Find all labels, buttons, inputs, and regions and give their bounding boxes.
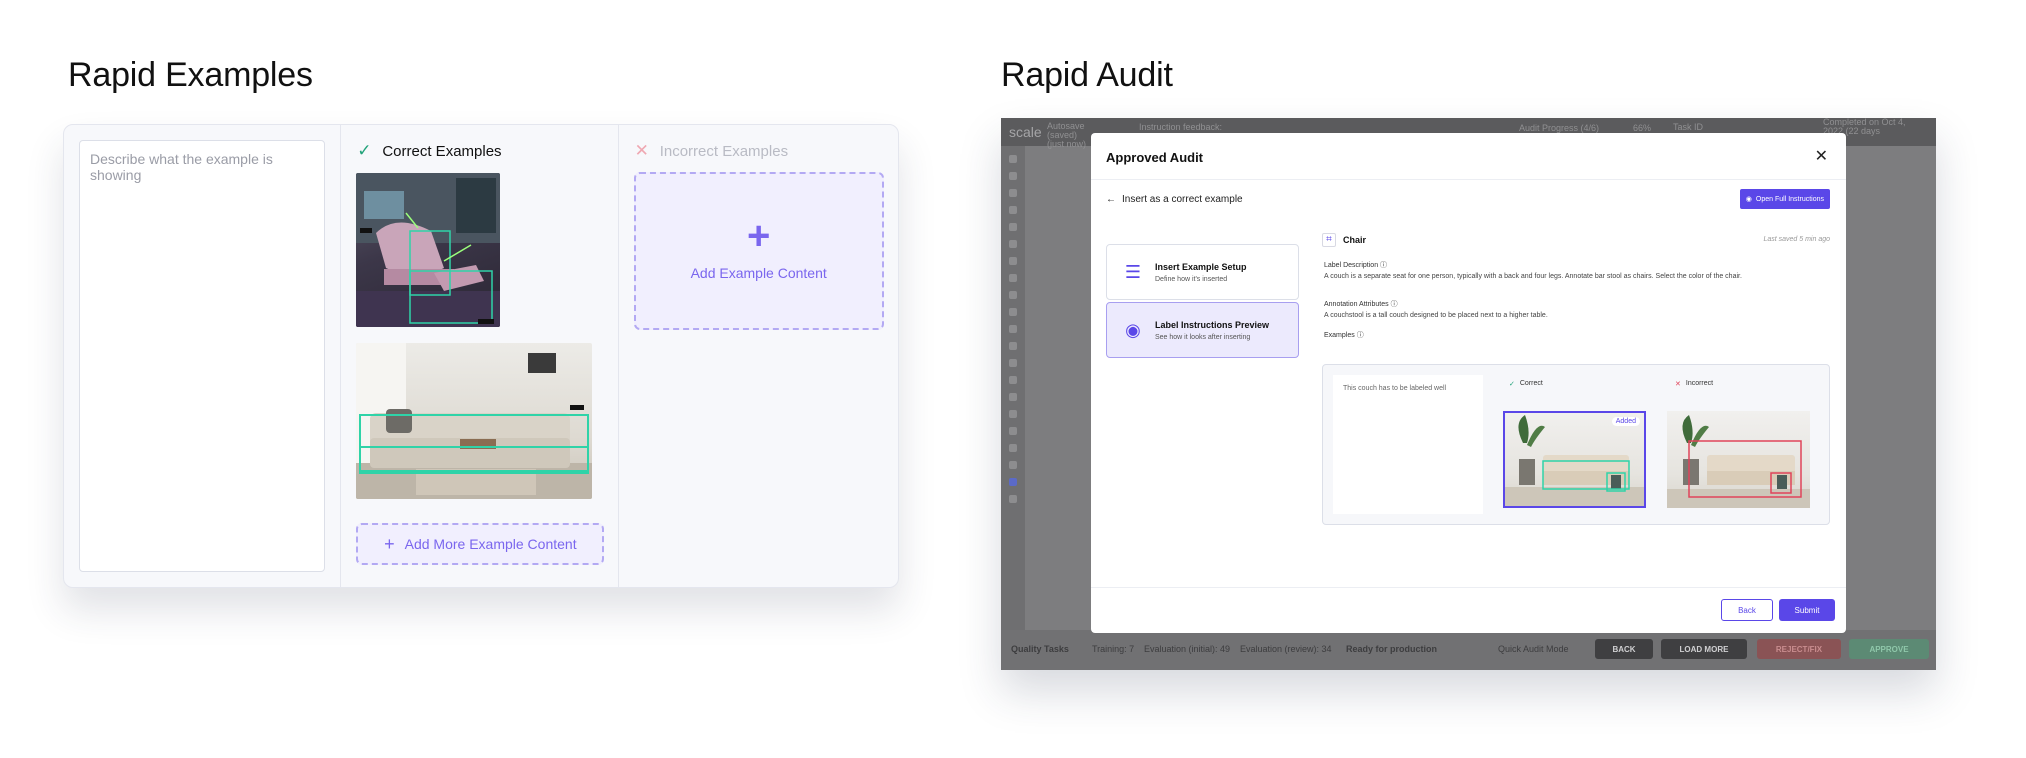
check-icon: ✓ — [1509, 381, 1515, 388]
close-icon: ✕ — [634, 141, 649, 160]
correct-header: ✓ Correct — [1509, 380, 1543, 388]
close-icon: ✕ — [1675, 381, 1681, 388]
scale-logo: scale — [1009, 124, 1042, 140]
description-textarea[interactable]: Describe what the example is showing — [79, 140, 326, 572]
examples-title: Examples ⓘ — [1324, 332, 1364, 339]
background-sidebar — [1001, 146, 1025, 646]
autosave-status: Autosave (saved) (just now) — [1047, 121, 1087, 149]
submit-button[interactable]: Submit — [1779, 599, 1835, 621]
correct-examples-label: Correct Examples — [382, 142, 502, 160]
eye-icon: ◉ — [1125, 319, 1141, 340]
open-full-instructions-label: Open Full Instructions — [1755, 195, 1824, 203]
info-icon: ⓘ — [1380, 262, 1388, 269]
label-description-text: A couch is a separate seat for one perso… — [1324, 273, 1742, 280]
bg-load-more-button[interactable]: LOAD MORE — [1661, 639, 1747, 659]
instruction-feedback: Instruction feedback: — [1139, 122, 1223, 132]
correct-examples-header: ✓ Correct Examples — [356, 141, 602, 161]
divider — [1091, 179, 1846, 180]
incorrect-examples-header: ✕ Incorrect Examples — [634, 141, 883, 161]
sofa-example-image[interactable] — [356, 343, 593, 499]
plus-icon: + — [747, 214, 771, 258]
add-more-example-label: Add More Example Content — [404, 536, 577, 552]
modal-title: Approved Audit — [1106, 150, 1204, 165]
arrow-left-icon: ← — [1106, 194, 1116, 205]
insert-correct-example-label: Insert as a correct example — [1122, 194, 1243, 205]
annotation-attributes-text: A couchstool is a tall couch designed to… — [1324, 312, 1548, 319]
rapid-audit-title: Rapid Audit — [1001, 56, 1173, 94]
rapid-examples-card: Describe what the example is showing ✓ C… — [63, 124, 899, 588]
sofa-illustration — [356, 343, 593, 499]
bg-reject-button[interactable]: REJECT/FIX — [1757, 639, 1841, 659]
quality-tasks-label: Quality Tasks — [1011, 644, 1069, 654]
correct-example-image[interactable]: Added — [1503, 411, 1646, 508]
bg-approve-button[interactable]: APPROVE — [1849, 639, 1929, 659]
audit-progress: Audit Progress (4/6) — [1519, 123, 1600, 133]
background-bottombar: Quality Tasks Training: 7 Evaluation (in… — [1001, 630, 1936, 670]
list-icon: ☰ — [1124, 261, 1142, 282]
eye-icon: ◉ — [1745, 196, 1752, 203]
correct-examples-column: ✓ Correct Examples + Add More Example Co… — [341, 125, 619, 587]
incorrect-examples-label: Incorrect Examples — [659, 142, 789, 160]
annotation-attributes-title: Annotation Attributes ⓘ — [1324, 301, 1398, 308]
task-id: Task ID — [1673, 122, 1704, 132]
label-description-title: Label Description ⓘ — [1324, 262, 1388, 269]
step-insert-example-setup[interactable]: ☰ Insert Example Setup Define how it's i… — [1106, 244, 1299, 300]
chair-example-image[interactable] — [356, 173, 501, 327]
info-icon: ⓘ — [1390, 301, 1398, 308]
incorrect-example-image[interactable] — [1667, 411, 1810, 508]
step-subtitle: Define how it's inserted — [1155, 275, 1228, 283]
bg-back-button[interactable]: BACK — [1595, 639, 1653, 659]
evaluation-initial-count: Evaluation (initial): 49 — [1144, 644, 1231, 654]
close-icon[interactable]: ✕ — [1815, 146, 1828, 166]
audit-percent: 66% — [1633, 123, 1652, 133]
sofa-illustration — [1667, 415, 1810, 508]
add-example-content-button[interactable]: + Add Example Content — [633, 172, 884, 330]
info-icon: ⓘ — [1356, 332, 1364, 339]
add-more-example-button[interactable]: + Add More Example Content — [356, 523, 605, 565]
chair-illustration — [356, 173, 501, 327]
bounding-box-icon: ⌗ — [1322, 233, 1336, 247]
rapid-audit-screenshot: scale Autosave (saved) (just now) Instru… — [1001, 118, 1936, 670]
sofa-illustration — [1505, 415, 1644, 506]
added-badge: Added — [1611, 417, 1640, 426]
training-count: Training: 7 — [1092, 644, 1135, 654]
step-title: Label Instructions Preview — [1155, 319, 1270, 330]
ready-for-production: Ready for production — [1346, 644, 1438, 654]
evaluation-review-count: Evaluation (review): 34 — [1240, 644, 1332, 654]
plus-icon: + — [384, 533, 395, 554]
incorrect-examples-column: ✕ Incorrect Examples + Add Example Conte… — [619, 125, 898, 587]
divider — [1091, 587, 1846, 588]
step-title: Insert Example Setup — [1155, 261, 1247, 272]
rapid-examples-title: Rapid Examples — [68, 56, 313, 94]
check-icon: ✓ — [357, 141, 372, 160]
step-label-instructions-preview[interactable]: ◉ Label Instructions Preview See how it … — [1106, 302, 1299, 358]
quick-audit-mode[interactable]: Quick Audit Mode — [1498, 644, 1569, 654]
approved-audit-modal: Approved Audit ✕ ← Insert as a correct e… — [1091, 133, 1846, 633]
example-description[interactable]: This couch has to be labeled well — [1333, 375, 1483, 514]
incorrect-header: ✕ Incorrect — [1675, 380, 1714, 388]
label-name: Chair — [1343, 235, 1367, 245]
step-subtitle: See how it looks after inserting — [1155, 333, 1251, 341]
open-full-instructions-button[interactable]: ◉ Open Full Instructions — [1739, 189, 1830, 209]
description-column: Describe what the example is showing — [64, 125, 342, 587]
last-saved: Last saved 5 min ago — [1763, 236, 1830, 243]
insert-correct-example-link[interactable]: ← Insert as a correct example — [1106, 194, 1243, 205]
examples-frame: This couch has to be labeled well ✓ Corre… — [1322, 364, 1830, 525]
add-example-content-label: Add Example Content — [690, 265, 827, 281]
back-button[interactable]: Back — [1721, 599, 1773, 621]
